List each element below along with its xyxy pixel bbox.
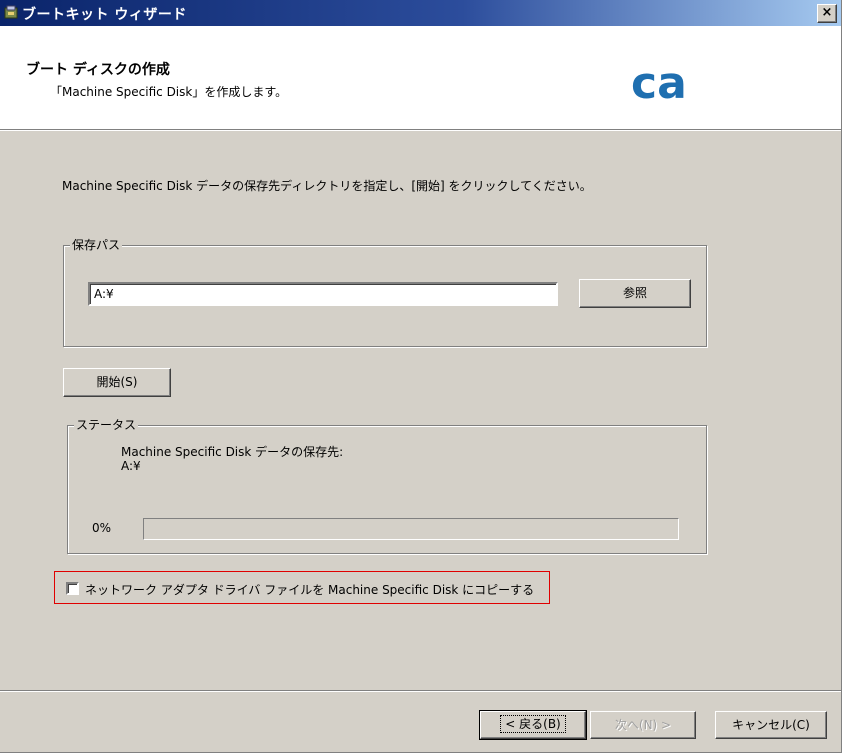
app-icon xyxy=(4,5,18,19)
next-button-label: 次へ(N) > xyxy=(614,718,672,732)
next-button[interactable]: 次へ(N) > xyxy=(590,711,696,739)
status-text: Machine Specific Disk データの保存先: xyxy=(121,445,344,459)
close-icon: × xyxy=(821,5,833,20)
logo-text: ca xyxy=(631,60,687,104)
browse-button[interactable]: 参照 xyxy=(579,279,691,308)
save-path-input[interactable] xyxy=(88,282,558,306)
browse-button-label: 参照 xyxy=(622,286,647,300)
progress-percent: 0% xyxy=(92,521,112,535)
instruction-text: Machine Specific Disk データの保存先ディレクトリを指定し、… xyxy=(62,179,592,193)
status-group-label: ステータス xyxy=(74,416,139,433)
title-bar[interactable]: ブートキット ウィザード × xyxy=(0,0,841,26)
cancel-button-label: キャンセル(C) xyxy=(732,718,810,732)
wizard-header: ブート ディスクの作成 「Machine Specific Disk」を作成しま… xyxy=(0,26,841,131)
copy-driver-checkbox[interactable] xyxy=(66,582,79,595)
ca-logo: ca xyxy=(631,60,687,104)
wizard-window: ブートキット ウィザード × ブート ディスクの作成 「Machine Spec… xyxy=(0,0,842,753)
save-path-group-label: 保存パス xyxy=(70,236,123,253)
start-button-label: 開始(S) xyxy=(96,375,138,389)
status-path: A:¥ xyxy=(121,459,141,473)
page-subtitle: 「Machine Specific Disk」を作成します。 xyxy=(50,85,288,99)
start-button[interactable]: 開始(S) xyxy=(63,368,171,397)
back-button-label: < 戻る(B) xyxy=(500,715,566,733)
back-button[interactable]: < 戻る(B) xyxy=(479,710,587,740)
progress-bar xyxy=(143,518,679,540)
page-title: ブート ディスクの作成 xyxy=(26,62,170,78)
copy-driver-highlight: ネットワーク アダプタ ドライバ ファイルを Machine Specific … xyxy=(54,571,550,604)
close-button[interactable]: × xyxy=(817,4,837,23)
footer-divider-highlight xyxy=(0,691,841,692)
window-title: ブートキット ウィザード xyxy=(22,7,187,23)
copy-driver-label[interactable]: ネットワーク アダプタ ドライバ ファイルを Machine Specific … xyxy=(85,581,534,598)
cancel-button[interactable]: キャンセル(C) xyxy=(715,711,827,739)
